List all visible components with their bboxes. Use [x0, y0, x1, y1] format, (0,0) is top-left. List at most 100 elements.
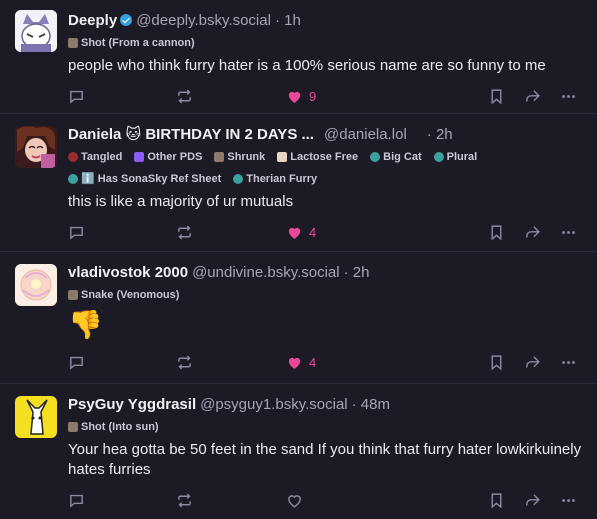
avatar[interactable] [15, 396, 57, 438]
post-text: Your hea gotta be 50 feet in the sand If… [68, 441, 582, 478]
post-header: PsyGuy Yggdrasil @psyguy1.bsky.social · … [68, 394, 583, 416]
post-actions [68, 480, 583, 519]
label-icon [134, 152, 145, 162]
post-time[interactable]: · 2h [344, 262, 370, 284]
reply-button[interactable] [68, 492, 85, 509]
post-text: people who think furry hater is a 100% s… [68, 57, 546, 74]
post-actions: 9 [68, 76, 583, 116]
like-button[interactable]: 9 [286, 88, 316, 105]
share-icon [526, 493, 540, 505]
label-badge[interactable]: Shot (Into sun) [68, 416, 159, 438]
reply-icon [70, 494, 83, 508]
avatar[interactable] [15, 10, 57, 52]
label-badge[interactable]: Lactose Free [277, 146, 358, 168]
label-icon [68, 38, 78, 48]
like-count: 4 [309, 224, 317, 240]
label-badge[interactable]: ℹ️ Has SonaSky Ref Sheet [68, 168, 221, 190]
label-icon [233, 174, 244, 184]
like-count: 4 [309, 354, 317, 370]
post-text: 👎 [68, 309, 103, 340]
author-name[interactable]: vladivostok 2000 [68, 262, 188, 284]
post-time[interactable]: · 48m [352, 394, 390, 416]
repost-icon [178, 89, 191, 103]
author-handle[interactable]: @undivine.bsky.social [192, 262, 340, 284]
bookmark-button[interactable] [488, 492, 505, 509]
post-text: this is like a majority of ur mutuals [68, 193, 294, 210]
more-options-button[interactable] [560, 88, 577, 105]
more-options-button[interactable] [560, 492, 577, 509]
share-button[interactable] [524, 224, 541, 241]
label-badge[interactable]: Other PDS [134, 146, 202, 168]
share-button[interactable] [524, 354, 541, 371]
post-actions: 4 [68, 212, 583, 252]
reply-button[interactable] [68, 88, 85, 105]
share-icon [526, 89, 540, 101]
label-badge[interactable]: Tangled [68, 146, 122, 168]
author-name[interactable]: Daniela 🐱 BIRTHDAY IN 2 DAYS ... [68, 124, 314, 146]
label-badge[interactable]: Therian Furry [233, 168, 317, 190]
repost-button[interactable] [176, 354, 193, 371]
bookmark-icon [491, 88, 502, 104]
reply-button[interactable] [68, 224, 85, 241]
more-options-button[interactable] [560, 354, 577, 371]
share-icon [526, 225, 540, 237]
label-badge[interactable]: Plural [433, 146, 477, 168]
repost-button[interactable] [176, 492, 193, 509]
bookmark-button[interactable] [488, 88, 505, 105]
repost-button[interactable] [176, 88, 193, 105]
reply-icon [70, 356, 83, 370]
label-list: Snake (Venomous) [68, 284, 583, 306]
more-icon [562, 360, 575, 364]
heart-icon [288, 91, 301, 103]
post-time[interactable]: · 1h [275, 10, 301, 32]
label-icon [68, 152, 78, 162]
bookmark-icon [491, 492, 502, 508]
label-badge[interactable]: Big Cat [370, 146, 422, 168]
label-icon [370, 152, 381, 162]
author-handle[interactable]: @psyguy1.bsky.social [200, 394, 348, 416]
label-icon [68, 290, 78, 300]
like-button[interactable]: 4 [286, 354, 316, 371]
repost-icon [178, 225, 191, 239]
post-header: Daniela 🐱 BIRTHDAY IN 2 DAYS ... @daniel… [68, 124, 583, 146]
post[interactable]: Deeply @deeply.bsky.social · 1h Shot (Fr… [0, 0, 597, 114]
label-icon [214, 152, 225, 162]
post[interactable]: vladivostok 2000 @undivine.bsky.social ·… [0, 252, 597, 384]
like-button[interactable] [286, 492, 309, 509]
label-icon [68, 422, 78, 432]
author-handle[interactable]: @deeply.bsky.social [136, 10, 271, 32]
post-header: Deeply @deeply.bsky.social · 1h [68, 10, 583, 32]
reply-icon [70, 226, 83, 240]
reply-button[interactable] [68, 354, 85, 371]
bookmark-button[interactable] [488, 224, 505, 241]
post[interactable]: PsyGuy Yggdrasil @psyguy1.bsky.social · … [0, 384, 597, 519]
share-button[interactable] [524, 492, 541, 509]
bookmark-button[interactable] [488, 354, 505, 371]
label-badge[interactable]: Snake (Venomous) [68, 284, 179, 306]
more-options-button[interactable] [560, 224, 577, 241]
author-handle[interactable]: @daniela.lol [324, 124, 407, 146]
share-button[interactable] [524, 88, 541, 105]
avatar[interactable] [15, 126, 57, 168]
verified-check-icon [120, 14, 133, 26]
label-icon [277, 152, 288, 162]
more-icon [562, 94, 575, 98]
like-button[interactable]: 4 [286, 224, 316, 241]
heart-outline-icon [288, 494, 301, 508]
label-icon [433, 152, 444, 162]
post-feed: Deeply @deeply.bsky.social · 1h Shot (Fr… [0, 0, 597, 519]
avatar[interactable] [15, 264, 57, 306]
author-name[interactable]: Deeply [68, 10, 117, 32]
post-header: vladivostok 2000 @undivine.bsky.social ·… [68, 262, 583, 284]
repost-icon [178, 493, 191, 507]
label-badge[interactable]: Shrunk [214, 146, 265, 168]
label-list: Tangled Other PDS Shrunk Lactose Free Bi… [68, 146, 583, 190]
author-name[interactable]: PsyGuy Yggdrasil [68, 394, 196, 416]
heart-icon [288, 357, 301, 369]
post-time[interactable]: · 2h [427, 124, 453, 146]
post[interactable]: Daniela 🐱 BIRTHDAY IN 2 DAYS ... @daniel… [0, 114, 597, 252]
label-badge[interactable]: Shot (From a cannon) [68, 32, 195, 54]
more-icon [562, 498, 575, 502]
like-count: 9 [309, 88, 317, 104]
repost-button[interactable] [176, 224, 193, 241]
